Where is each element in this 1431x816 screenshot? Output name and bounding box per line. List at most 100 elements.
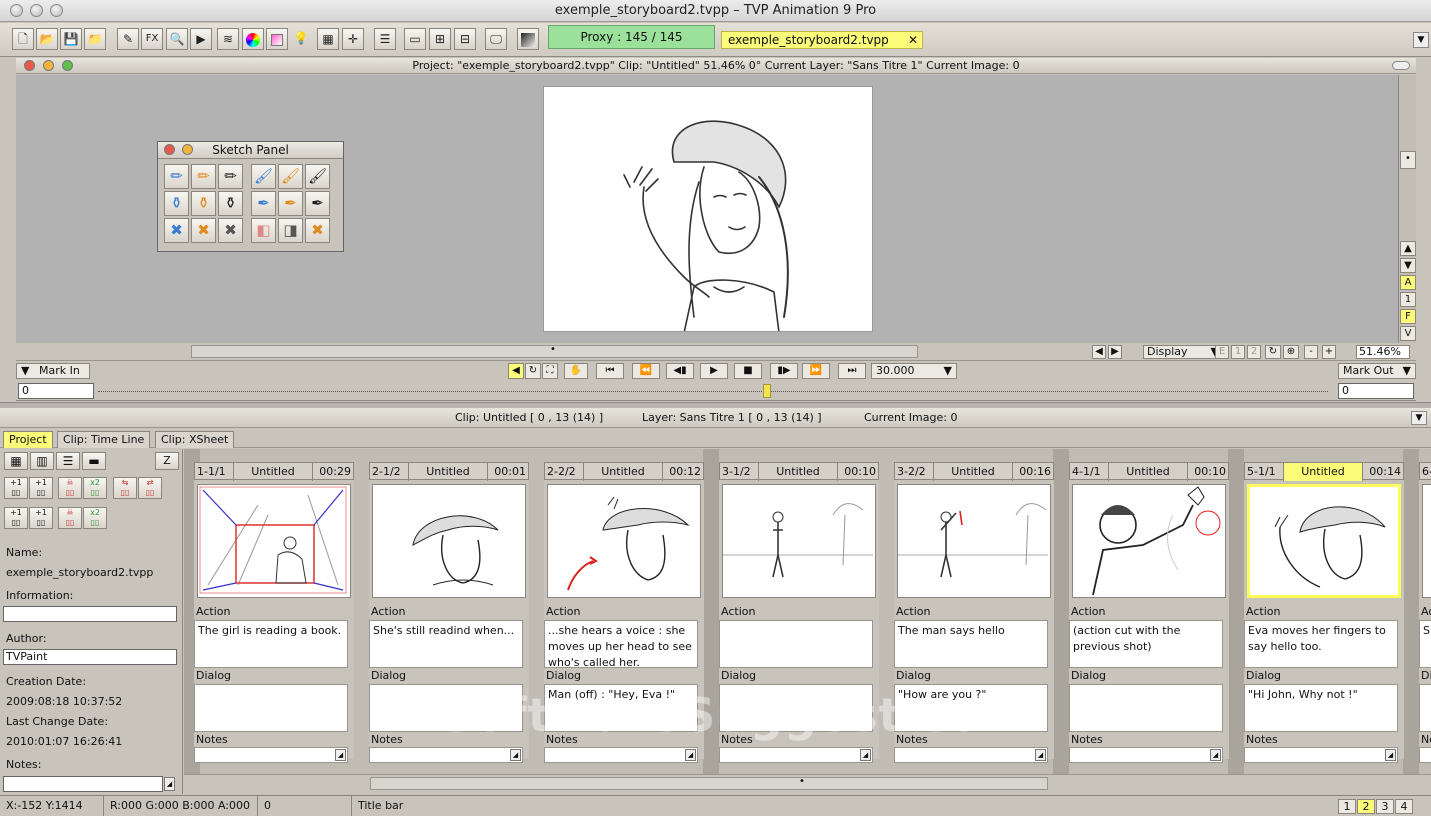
color-swatch-icon[interactable] (266, 28, 288, 50)
storyboard-separator[interactable] (1228, 449, 1244, 774)
black-ink-icon[interactable]: ⚱ (218, 191, 243, 216)
project-window-title[interactable]: Project: "exemple_storyboard2.tvpp" Clip… (16, 58, 1416, 74)
view-strip-icon[interactable]: ▬ (82, 452, 106, 470)
card-name[interactable]: Untitled (233, 463, 313, 481)
action-field[interactable]: ...she hears a voice : she moves up her … (544, 620, 698, 668)
page-2-button[interactable]: 2 (1357, 799, 1375, 814)
tab-clip-time-line[interactable]: Clip: Time Line (57, 431, 151, 448)
delete-instance-icon[interactable]: ☠ ▯▯ (58, 477, 82, 499)
chevron-down-icon[interactable]: ▼ (1411, 411, 1427, 425)
rewind-icon[interactable]: ⏪ (632, 363, 660, 379)
notes-field[interactable]: ◢ (894, 747, 1048, 763)
action-field[interactable]: Eva moves her fingers to say hello too. (1244, 620, 1398, 668)
first-frame-icon[interactable]: ⏮ (596, 363, 624, 379)
save-icon[interactable]: 💾 (60, 28, 82, 50)
notes-expand-icon[interactable]: ◢ (510, 749, 521, 761)
storyboard-card[interactable]: 5-1/1 Untitled 00:14 Action Eva moves her fi… (1244, 462, 1404, 763)
out-frame-field[interactable]: 0 (1338, 383, 1414, 399)
canvas-horizontal-scrollbar[interactable]: • (191, 344, 918, 358)
layers-icon[interactable]: ≋ (217, 28, 239, 50)
notes-expand-icon[interactable]: ◢ (335, 749, 346, 761)
card-thumbnail[interactable] (722, 484, 876, 598)
dialog-field[interactable] (194, 684, 348, 732)
notes-field[interactable] (3, 776, 163, 792)
proxy-indicator[interactable]: Proxy : 145 / 145 (548, 25, 715, 49)
zoom-window-button[interactable] (50, 4, 63, 17)
display-select[interactable]: Display▼ (1143, 345, 1223, 359)
card-thumbnail[interactable] (1072, 484, 1226, 598)
fps-select[interactable]: 30.000 ▼ (871, 363, 957, 379)
card-header[interactable]: 5-1/1 Untitled 00:14 (1244, 462, 1404, 481)
card-header[interactable]: 2-2/2 Untitled 00:12 (544, 462, 704, 481)
add-clip-icon[interactable]: +1 ▯▯ (4, 507, 28, 529)
last-frame-icon[interactable]: ⏭ (838, 363, 866, 379)
transform-icon[interactable]: ✛ (342, 28, 364, 50)
card-header[interactable]: 2-1/2 Untitled 00:01 (369, 462, 529, 481)
notes-field[interactable]: ◢ (1244, 747, 1398, 763)
action-field[interactable]: (action cut with the previous shot) (1069, 620, 1223, 668)
add-instance-icon[interactable]: +1 ▯▯ (4, 477, 28, 499)
chevron-down-icon[interactable]: ▼ (1413, 32, 1429, 48)
arrow-right-icon[interactable]: ▶ (1108, 345, 1122, 359)
page-3-button[interactable]: 3 (1376, 799, 1394, 814)
storyboard-separator[interactable] (1053, 449, 1069, 774)
blue-pencil-icon[interactable]: ✏ (164, 164, 189, 189)
notes-field[interactable]: ◢ (719, 747, 873, 763)
project-folder-icon[interactable]: 📁 (84, 28, 106, 50)
strip-button-1[interactable]: 1 (1400, 292, 1416, 307)
timeline-ruler[interactable]: 0 0 (16, 381, 1416, 401)
blue-brush-icon[interactable]: 🖌 (251, 164, 276, 189)
previous-frame-icon[interactable]: ◀▮ (666, 363, 694, 379)
action-field[interactable]: S (1419, 620, 1431, 668)
card-header[interactable]: 3-2/2 Untitled 00:16 (894, 462, 1054, 481)
page-1-button[interactable]: 1 (1338, 799, 1356, 814)
card-name[interactable]: Untitled (583, 463, 663, 481)
gradient-icon[interactable] (517, 28, 539, 50)
speaker-icon[interactable]: ◀ (508, 363, 524, 379)
notes-field[interactable]: ◢ (194, 747, 348, 763)
card-name[interactable]: Untitled (1108, 463, 1188, 481)
in-frame-field[interactable]: 0 (18, 383, 94, 399)
card-thumbnail[interactable] (547, 484, 701, 598)
card-header[interactable]: 6- (1419, 462, 1431, 480)
blue-clear-icon[interactable]: ✖ (164, 218, 189, 243)
minimize-sketch-panel-button[interactable] (182, 144, 193, 155)
duplicate-instance-icon[interactable]: x2 ▯▯ (83, 477, 107, 499)
fit-icon[interactable]: ⛶ (542, 363, 558, 379)
author-field[interactable]: TVPaint (3, 649, 177, 665)
black-pencil-icon[interactable]: ✏ (218, 164, 243, 189)
storyboard-card[interactable]: 4-1/1 Untitled 00:10 Action (action cut with… (1069, 462, 1229, 763)
document-tab[interactable]: exemple_storyboard2.tvpp ✕ (721, 31, 923, 49)
close-sketch-panel-button[interactable] (164, 144, 175, 155)
view-single-icon[interactable]: ▭ (404, 28, 426, 50)
orange-x-icon[interactable]: ✖ (305, 218, 330, 243)
add-clip-after-icon[interactable]: +1 ▯▯ (29, 507, 53, 529)
view-grid-icon[interactable]: ⊞ (429, 28, 451, 50)
rotate-icon[interactable]: ↻ (1265, 345, 1281, 359)
blue-marker-icon[interactable]: ✒ (251, 191, 276, 216)
orange-clear-icon[interactable]: ✖ (191, 218, 216, 243)
view-split-icon[interactable]: ⊟ (454, 28, 476, 50)
maximize-panel-button[interactable] (62, 60, 73, 71)
card-header[interactable]: 4-1/1 Untitled 00:10 (1069, 462, 1229, 481)
play-icon[interactable]: ▶ (190, 28, 212, 50)
strip-button-f[interactable]: F (1400, 309, 1416, 324)
notes-expand-icon[interactable]: ◢ (1385, 749, 1396, 761)
strip-button-v[interactable]: V (1400, 326, 1416, 341)
window-title-bar[interactable]: exemple_storyboard2.tvpp – TVP Animation… (0, 0, 1431, 22)
page-button-1[interactable]: 1 (1231, 345, 1245, 359)
close-window-button[interactable] (10, 4, 23, 17)
close-panel-button[interactable] (24, 60, 35, 71)
view-list-icon[interactable]: ☰ (56, 452, 80, 470)
strip-button-a[interactable]: A (1400, 275, 1416, 290)
view-thumbs-icon[interactable]: ▦ (4, 452, 28, 470)
zoom-in-icon[interactable]: + (1322, 345, 1336, 359)
blue-ink-icon[interactable]: ⚱ (164, 191, 189, 216)
stop-icon[interactable]: ■ (734, 363, 762, 379)
card-name[interactable]: Untitled (933, 463, 1013, 481)
orange-ink-icon[interactable]: ⚱ (191, 191, 216, 216)
drawing-canvas[interactable] (543, 86, 873, 332)
notes-expand-icon[interactable]: ◢ (164, 777, 175, 791)
zoom-search-icon[interactable]: 🔍 (166, 28, 188, 50)
action-field[interactable]: The man says hello (894, 620, 1048, 668)
